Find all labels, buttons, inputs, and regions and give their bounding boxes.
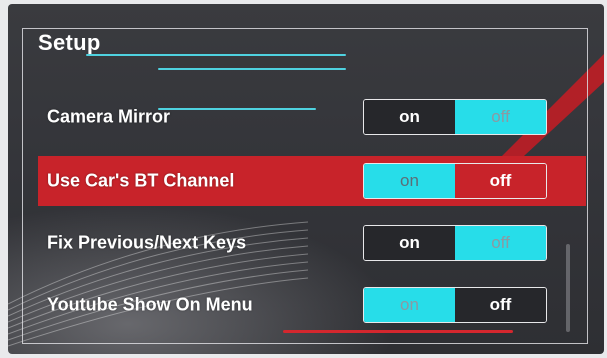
title-underline-decoration [158, 68, 346, 70]
fix-previous-next-keys-toggle[interactable]: on off [363, 225, 547, 261]
youtube-show-on-menu-toggle[interactable]: on off [363, 287, 547, 323]
page-title: Setup [38, 30, 101, 55]
toggle-on-option[interactable]: on [364, 226, 455, 260]
title-underline-decoration [86, 54, 346, 56]
toggle-off-option[interactable]: off [455, 100, 546, 134]
scrollbar[interactable] [566, 244, 570, 332]
camera-mirror-toggle[interactable]: on off [363, 99, 547, 135]
toggle-on-option[interactable]: on [364, 100, 455, 134]
row-accent-line [158, 108, 316, 110]
setting-row-use-cars-bt-channel[interactable]: Use Car's BT Channel on off [38, 156, 586, 206]
setup-screen: Setup Camera Mirror on off Use Car's BT … [8, 4, 604, 354]
setting-row-fix-previous-next-keys[interactable]: Fix Previous/Next Keys on off [38, 218, 584, 268]
toggle-off-option[interactable]: off [455, 288, 546, 322]
toggle-on-option[interactable]: on [364, 164, 455, 198]
setting-label: Fix Previous/Next Keys [47, 232, 247, 253]
setting-row-camera-mirror[interactable]: Camera Mirror on off [38, 92, 584, 142]
setting-label: Use Car's BT Channel [47, 170, 235, 191]
setting-label: Camera Mirror [47, 106, 171, 127]
toggle-on-option[interactable]: on [364, 288, 455, 322]
toggle-off-option[interactable]: off [455, 164, 546, 198]
use-cars-bt-channel-toggle[interactable]: on off [363, 163, 547, 199]
setting-row-youtube-show-on-menu[interactable]: Youtube Show On Menu on off [38, 280, 584, 330]
toggle-off-option[interactable]: off [455, 226, 546, 260]
setting-label: Youtube Show On Menu [47, 294, 253, 315]
bottom-accent-line [283, 330, 513, 333]
